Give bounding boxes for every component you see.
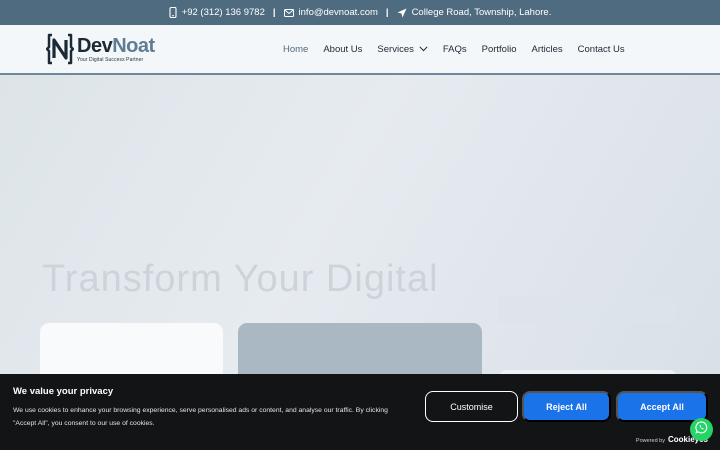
mail-icon	[283, 8, 294, 17]
reject-all-button[interactable]: Reject All	[522, 391, 611, 422]
hero-section: Transform Your Digital	[0, 75, 720, 375]
whatsapp-button[interactable]	[690, 418, 713, 441]
nav-services[interactable]: Services	[377, 43, 428, 55]
phone-icon	[169, 7, 177, 18]
nav-contact-us[interactable]: Contact Us	[578, 44, 625, 55]
nav-portfolio[interactable]: Portfolio	[482, 44, 517, 55]
email-address: info@devnoat.com	[298, 7, 378, 18]
whatsapp-icon	[695, 421, 708, 439]
nav-articles[interactable]: Articles	[531, 44, 562, 55]
phone-number: +92 (312) 136 9782	[181, 7, 265, 18]
site-header: DevNoat Your Digital Success Partner Hom…	[0, 25, 720, 75]
nav-services-label: Services	[377, 43, 414, 55]
logo-mark-icon	[45, 33, 75, 65]
address-text: College Road, Township, Lahore.	[411, 7, 552, 18]
customise-button[interactable]: Customise	[425, 391, 518, 422]
separator: |	[385, 7, 389, 18]
cookie-consent-banner: We value your privacy We use cookies to …	[0, 374, 720, 450]
address-contact[interactable]: College Road, Township, Lahore.	[397, 7, 552, 18]
hero-ghost-block	[498, 297, 676, 323]
nav-about-us[interactable]: About Us	[323, 44, 362, 55]
nav-faqs[interactable]: FAQs	[443, 44, 467, 55]
logo-name: DevNoat	[77, 34, 155, 57]
phone-contact[interactable]: +92 (312) 136 9782	[169, 7, 265, 18]
cookie-description: We use cookies to enhance your browsing …	[13, 407, 388, 427]
accept-all-button[interactable]: Accept All	[616, 391, 708, 422]
logo[interactable]: DevNoat Your Digital Success Partner	[45, 33, 155, 65]
cookie-title: We value your privacy	[13, 386, 114, 397]
hero-card-gray	[238, 323, 482, 375]
chevron-down-icon	[419, 44, 428, 55]
hero-title: Transform Your Digital	[42, 258, 439, 300]
location-arrow-icon	[397, 8, 407, 18]
nav-home[interactable]: Home	[283, 44, 308, 55]
powered-by-label: Powered by	[635, 438, 665, 444]
hero-card-white	[40, 323, 223, 375]
logo-tagline: Your Digital Success Partner	[77, 56, 144, 63]
main-nav: Home About Us Services FAQs Portfolio Ar…	[283, 25, 625, 73]
top-contact-bar: +92 (312) 136 9782 | info@devnoat.com | …	[0, 0, 720, 25]
email-contact[interactable]: info@devnoat.com	[283, 7, 378, 18]
separator: |	[272, 7, 276, 18]
